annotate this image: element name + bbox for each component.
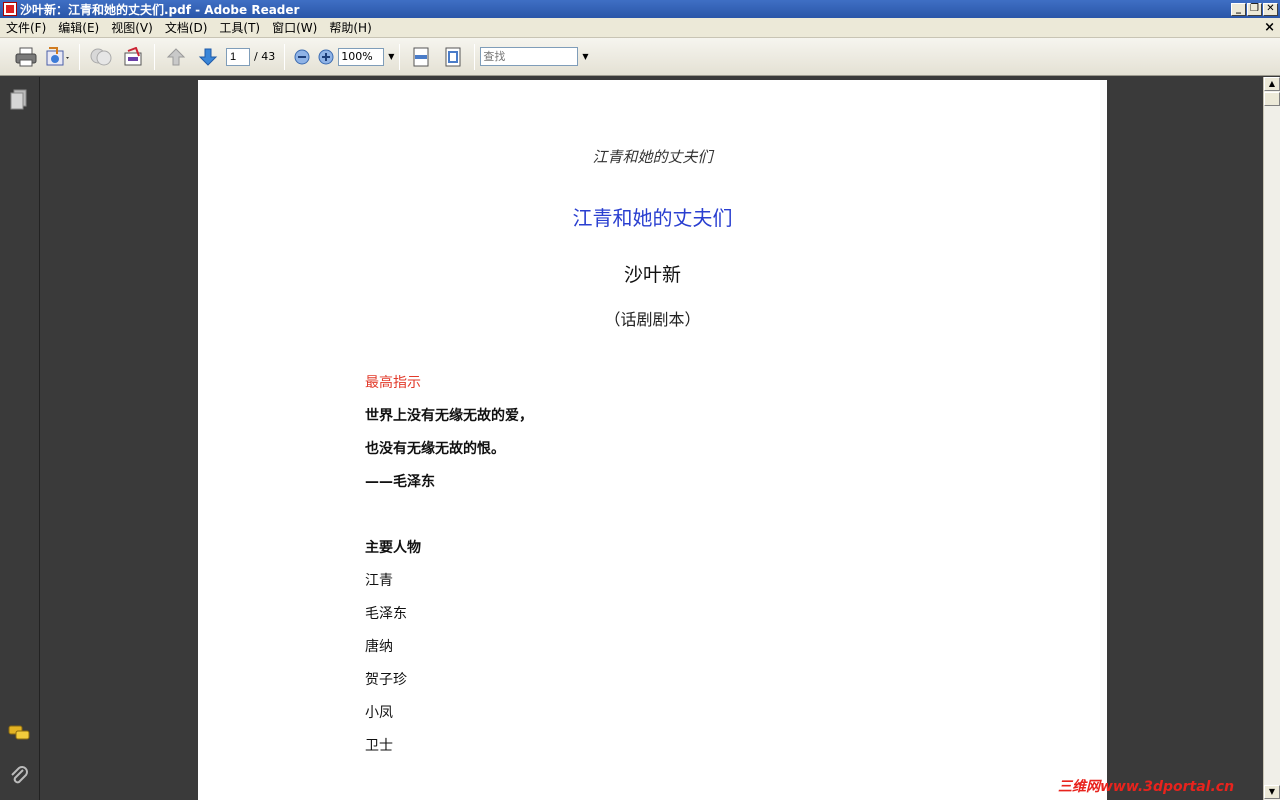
menu-tools[interactable]: 工具(T): [213, 19, 266, 36]
character-item: 小凤: [365, 705, 393, 721]
pages-icon[interactable]: [8, 89, 30, 111]
navigation-pane: [0, 77, 40, 800]
next-page-icon[interactable]: [194, 43, 222, 71]
zoom-dropdown-icon[interactable]: ▼: [388, 52, 394, 61]
quote-line-1: 世界上没有无缘无故的爱，: [365, 408, 533, 424]
print-icon[interactable]: [12, 43, 40, 71]
adobe-reader-icon: [3, 2, 17, 16]
comments-icon[interactable]: [8, 723, 30, 745]
search-input[interactable]: [480, 47, 579, 66]
search-dropdown-icon[interactable]: ▼: [582, 52, 588, 61]
menu-bar: 文件(F) 编辑(E) 视图(V) 文档(D) 工具(T) 窗口(W) 帮助(H…: [0, 18, 1280, 38]
character-item: 江青: [365, 573, 393, 589]
previous-page-icon[interactable]: [162, 43, 190, 71]
zoom-level-field[interactable]: 100%: [338, 47, 385, 66]
fit-page-icon[interactable]: [439, 43, 467, 71]
character-item: 卫士: [365, 738, 393, 754]
document-close-button[interactable]: ×: [1264, 20, 1275, 35]
document-view[interactable]: 江青和她的丈夫们 江青和她的丈夫们 沙叶新 （话剧剧本） 最高指示 世界上没有无…: [41, 77, 1263, 800]
window-title: 沙叶新：江青和她的丈夫们.pdf - Adobe Reader: [20, 2, 300, 17]
zoom-in-icon[interactable]: [316, 43, 336, 71]
character-item: 毛泽东: [365, 606, 407, 622]
fit-width-icon[interactable]: [407, 43, 435, 71]
menu-file[interactable]: 文件(F): [0, 19, 52, 36]
collaborate-icon[interactable]: [87, 43, 115, 71]
character-item: 唐纳: [365, 639, 393, 655]
close-button[interactable]: ✕: [1263, 2, 1278, 16]
menu-document[interactable]: 文档(D): [159, 19, 214, 36]
minimize-button[interactable]: _: [1231, 2, 1246, 16]
directive-label: 最高指示: [365, 375, 421, 391]
attachments-icon[interactable]: [8, 765, 30, 787]
email-share-icon[interactable]: [44, 43, 72, 71]
character-item: 贺子珍: [365, 672, 407, 688]
restore-button[interactable]: ❐: [1247, 2, 1262, 16]
vertical-scrollbar[interactable]: ▲ ▼: [1263, 77, 1280, 800]
title-bar: 沙叶新：江青和她的丈夫们.pdf - Adobe Reader _ ❐ ✕: [0, 0, 1280, 18]
menu-edit[interactable]: 编辑(E): [52, 19, 105, 36]
zoom-out-icon[interactable]: [292, 43, 312, 71]
document-subtitle: （话剧剧本）: [604, 310, 701, 329]
quote-line-2: 也没有无缘无故的恨。: [365, 441, 505, 457]
form-highlight-icon[interactable]: [119, 43, 147, 71]
page-total-label: / 43: [254, 50, 276, 63]
quote-attribution: ——毛泽东: [365, 474, 435, 490]
scroll-down-icon[interactable]: ▼: [1264, 785, 1280, 799]
pdf-page: 江青和她的丈夫们 江青和她的丈夫们 沙叶新 （话剧剧本） 最高指示 世界上没有无…: [198, 80, 1107, 800]
document-title: 江青和她的丈夫们: [572, 206, 733, 230]
menu-help[interactable]: 帮助(H): [323, 19, 377, 36]
toolbar: / 43 100% ▼ ▼: [0, 38, 1280, 76]
scroll-up-icon[interactable]: ▲: [1264, 77, 1280, 91]
running-header: 江青和她的丈夫们: [592, 148, 713, 166]
document-author: 沙叶新: [623, 264, 681, 286]
menu-window[interactable]: 窗口(W): [266, 19, 323, 36]
scroll-thumb[interactable]: [1264, 92, 1280, 106]
characters-heading: 主要人物: [365, 540, 421, 556]
page-number-input[interactable]: [226, 47, 250, 66]
menu-view[interactable]: 视图(V): [105, 19, 159, 36]
watermark: 三维网www.3dportal.cn: [1058, 779, 1235, 795]
